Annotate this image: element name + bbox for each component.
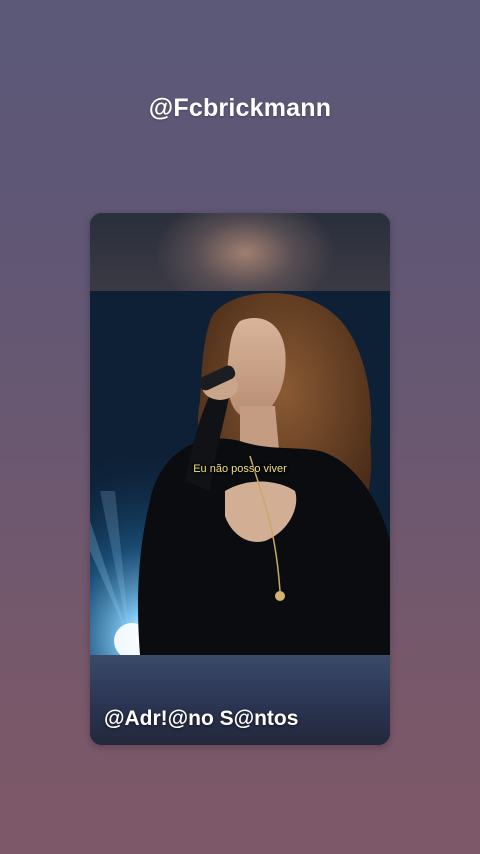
subtitle-caption: Eu não posso viver [193, 463, 287, 475]
video-frame[interactable]: Eu não posso viver [90, 291, 390, 655]
video-bottom-blur [90, 655, 390, 745]
video-top-blur [90, 213, 390, 291]
video-watermark: @Adr!@no S@ntos [104, 707, 299, 730]
video-card[interactable]: Eu não posso viver @Adr!@no S@ntos [90, 213, 390, 745]
story-username[interactable]: @Fcbrickmann [0, 94, 480, 123]
story-view: @Fcbrickmann Eu não posso viver @Adr!@no… [0, 0, 480, 854]
